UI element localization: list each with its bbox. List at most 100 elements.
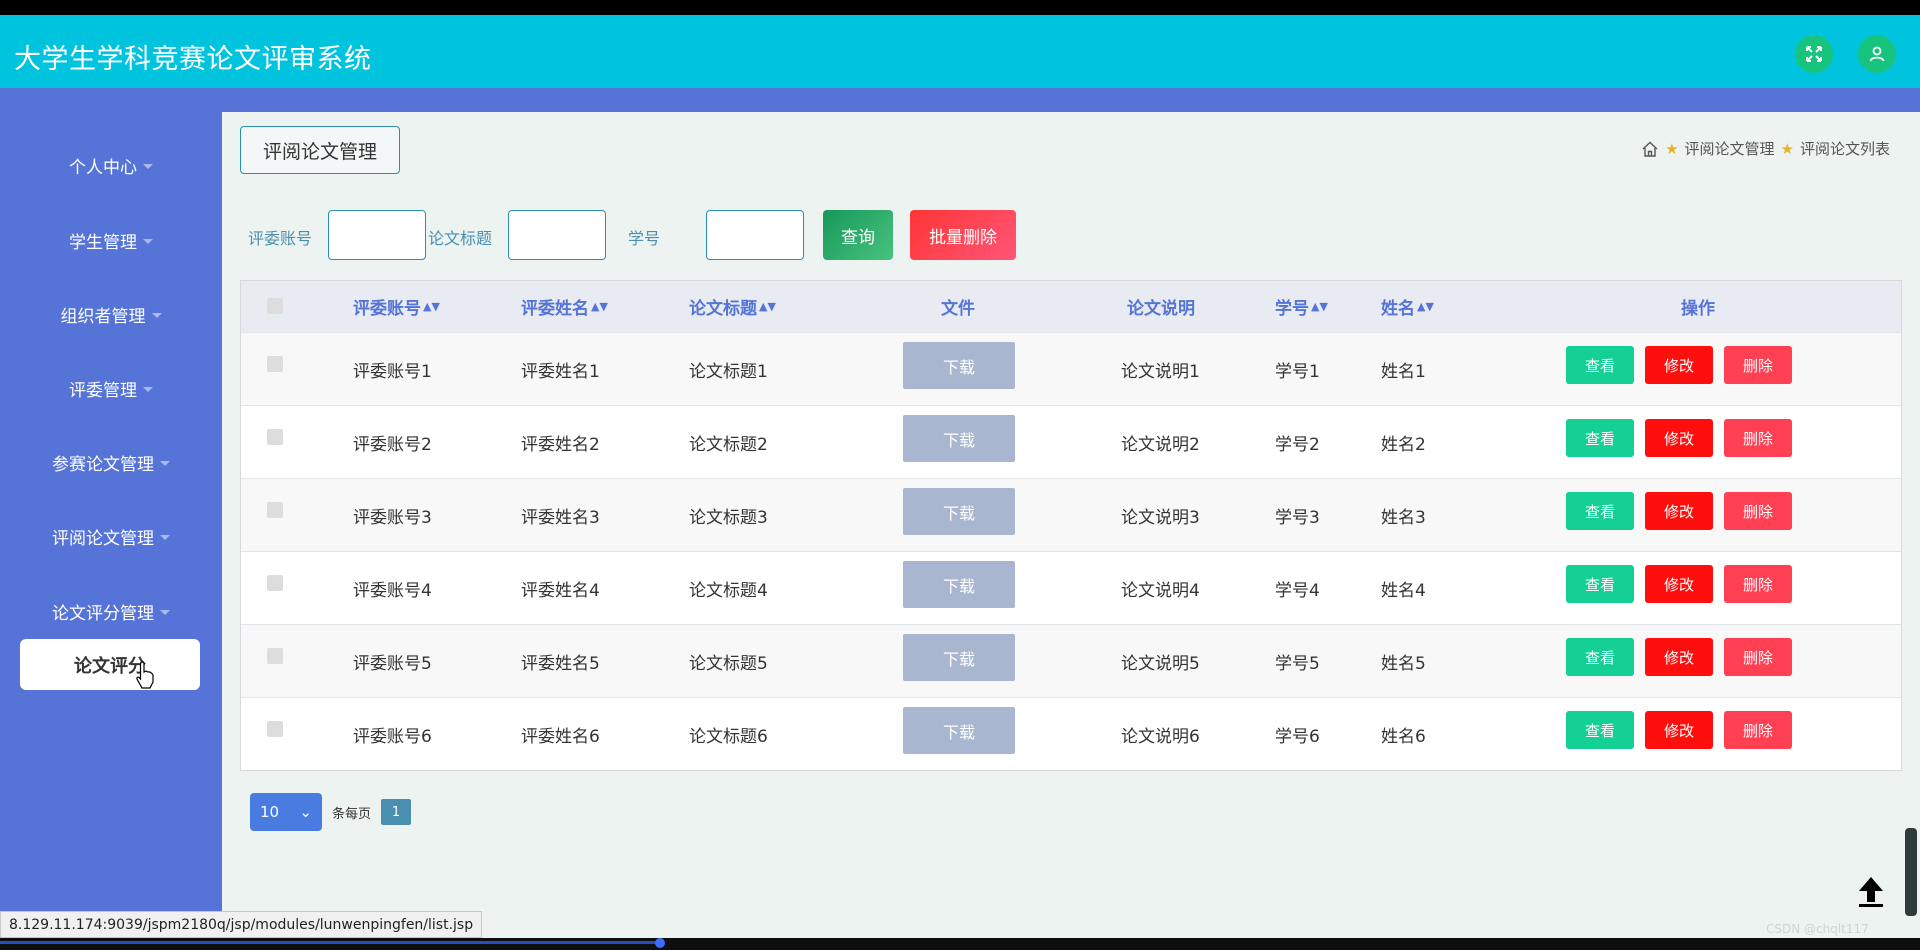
download-button[interactable]: 下载 [903, 707, 1015, 754]
edit-button[interactable]: 修改 [1645, 711, 1713, 749]
title-search-input[interactable] [508, 210, 606, 260]
sidebar-item-label: 评委管理 [69, 380, 137, 401]
download-button[interactable]: 下载 [903, 342, 1015, 389]
view-button[interactable]: 查看 [1566, 492, 1634, 530]
sidebar-item-label: 参赛论文管理 [52, 454, 154, 475]
cell-paper-title: 论文标题6 [689, 727, 768, 747]
edit-button[interactable]: 修改 [1645, 492, 1713, 530]
row-checkbox[interactable] [267, 648, 283, 664]
page-size-select[interactable]: 10 ⌄ [250, 793, 322, 831]
cell-name: 姓名5 [1381, 654, 1426, 674]
row-checkbox[interactable] [267, 429, 283, 445]
cell-name: 姓名2 [1381, 435, 1426, 455]
cell-description: 论文说明1 [1121, 362, 1200, 382]
page-title: 评阅论文管理 [240, 126, 400, 174]
sort-icon: ▲▼ [423, 300, 440, 313]
view-button[interactable]: 查看 [1566, 711, 1634, 749]
student-id-search-input[interactable] [706, 210, 804, 260]
row-checkbox[interactable] [267, 721, 283, 737]
header-judge-name[interactable]: 评委姓名 ▲▼ [521, 281, 608, 332]
breadcrumb-item[interactable]: 评阅论文管理 [1685, 138, 1775, 159]
back-to-top-button[interactable] [1848, 868, 1894, 914]
header-name[interactable]: 姓名 ▲▼ [1381, 281, 1434, 332]
view-button[interactable]: 查看 [1566, 565, 1634, 603]
batch-delete-button[interactable]: 批量删除 [910, 210, 1016, 260]
view-button[interactable]: 查看 [1566, 346, 1634, 384]
fullscreen-button[interactable] [1795, 35, 1833, 73]
cell-judge-name: 评委姓名3 [521, 508, 600, 528]
sort-icon: ▲▼ [591, 300, 608, 313]
download-button[interactable]: 下载 [903, 415, 1015, 462]
cell-account: 评委账号2 [353, 435, 432, 455]
sidebar-item-personal-center[interactable]: 个人中心 [0, 145, 222, 185]
chevron-down-icon: ⌄ [299, 803, 312, 821]
header-account[interactable]: 评委账号 ▲▼ [353, 281, 440, 332]
cell-name: 姓名6 [1381, 727, 1426, 747]
edit-button[interactable]: 修改 [1645, 346, 1713, 384]
cell-judge-name: 评委姓名5 [521, 654, 600, 674]
header-file: 文件 [941, 299, 975, 319]
table-row: 评委账号6 评委姓名6 论文标题6 下载 论文说明6 学号6 姓名6 查看 修改… [241, 697, 1901, 770]
side-scroll-handle[interactable] [1905, 828, 1917, 916]
delete-button[interactable]: 删除 [1724, 492, 1792, 530]
video-progress-bar[interactable] [0, 938, 1920, 950]
header-actions: 操作 [1681, 299, 1715, 319]
delete-button[interactable]: 删除 [1724, 638, 1792, 676]
download-button[interactable]: 下载 [903, 488, 1015, 535]
view-button[interactable]: 查看 [1566, 638, 1634, 676]
sidebar-item-paper-scoring[interactable]: 论文评分管理 [0, 591, 222, 631]
caret-down-icon [143, 238, 153, 244]
delete-button[interactable]: 删除 [1724, 419, 1792, 457]
header-label: 评委姓名 [521, 299, 589, 319]
cell-account: 评委账号5 [353, 654, 432, 674]
row-checkbox[interactable] [267, 356, 283, 372]
cell-judge-name: 评委姓名6 [521, 727, 600, 747]
header-student-id[interactable]: 学号 ▲▼ [1275, 281, 1328, 332]
search-bar: 评委账号 论文标题 学号 查询 批量删除 [240, 210, 1140, 260]
sidebar-item-label: 个人中心 [69, 157, 137, 178]
student-id-label: 学号 [628, 229, 661, 248]
progress-handle[interactable] [655, 938, 665, 948]
user-button[interactable] [1858, 35, 1896, 73]
account-search-input[interactable] [328, 210, 426, 260]
cell-account: 评委账号3 [353, 508, 432, 528]
page-number-button[interactable]: 1 [381, 799, 412, 825]
edit-button[interactable]: 修改 [1645, 638, 1713, 676]
cell-paper-title: 论文标题3 [689, 508, 768, 528]
sidebar-item-judges[interactable]: 评委管理 [0, 368, 222, 408]
cell-account: 评委账号1 [353, 362, 432, 382]
header-label: 姓名 [1381, 299, 1415, 319]
delete-button[interactable]: 删除 [1724, 711, 1792, 749]
cell-judge-name: 评委姓名1 [521, 362, 600, 382]
sidebar: 个人中心 学生管理 组织者管理 评委管理 参赛论文管理 评阅论文管理 论文评分管… [0, 112, 222, 938]
download-button[interactable]: 下载 [903, 561, 1015, 608]
select-all-checkbox[interactable] [267, 298, 283, 314]
sidebar-item-competition-papers[interactable]: 参赛论文管理 [0, 442, 222, 482]
row-checkbox[interactable] [267, 502, 283, 518]
delete-button[interactable]: 删除 [1724, 346, 1792, 384]
table-row: 评委账号2 评委姓名2 论文标题2 下载 论文说明2 学号2 姓名2 查看 修改… [241, 405, 1901, 478]
cell-description: 论文说明5 [1121, 654, 1200, 674]
header-strip [0, 88, 1920, 112]
header-label: 评委账号 [353, 299, 421, 319]
cell-account: 评委账号4 [353, 581, 432, 601]
home-icon[interactable] [1641, 140, 1659, 158]
query-button[interactable]: 查询 [823, 210, 893, 260]
pagination: 10 ⌄ 条每页 1 [250, 793, 412, 831]
sidebar-item-review-papers[interactable]: 评阅论文管理 [0, 516, 222, 556]
header-paper-title[interactable]: 论文标题 ▲▼ [689, 281, 776, 332]
table-header: 评委账号 ▲▼ 评委姓名 ▲▼ 论文标题 ▲▼ 文件 论文说明 学号 ▲▼ 姓名 ▲▼ 操… [241, 281, 1901, 332]
table-row: 评委账号1 评委姓名1 论文标题1 下载 论文说明1 学号1 姓名1 查看 修改… [241, 332, 1901, 405]
row-checkbox[interactable] [267, 575, 283, 591]
sidebar-item-students[interactable]: 学生管理 [0, 220, 222, 260]
edit-button[interactable]: 修改 [1645, 565, 1713, 603]
header-label: 论文标题 [689, 299, 757, 319]
view-button[interactable]: 查看 [1566, 419, 1634, 457]
sidebar-subitem-paper-score[interactable]: 论文评分 [20, 639, 200, 690]
cell-student-id: 学号2 [1275, 435, 1320, 455]
sidebar-item-organizers[interactable]: 组织者管理 [0, 294, 222, 334]
cell-student-id: 学号1 [1275, 362, 1320, 382]
delete-button[interactable]: 删除 [1724, 565, 1792, 603]
download-button[interactable]: 下载 [903, 634, 1015, 681]
edit-button[interactable]: 修改 [1645, 419, 1713, 457]
